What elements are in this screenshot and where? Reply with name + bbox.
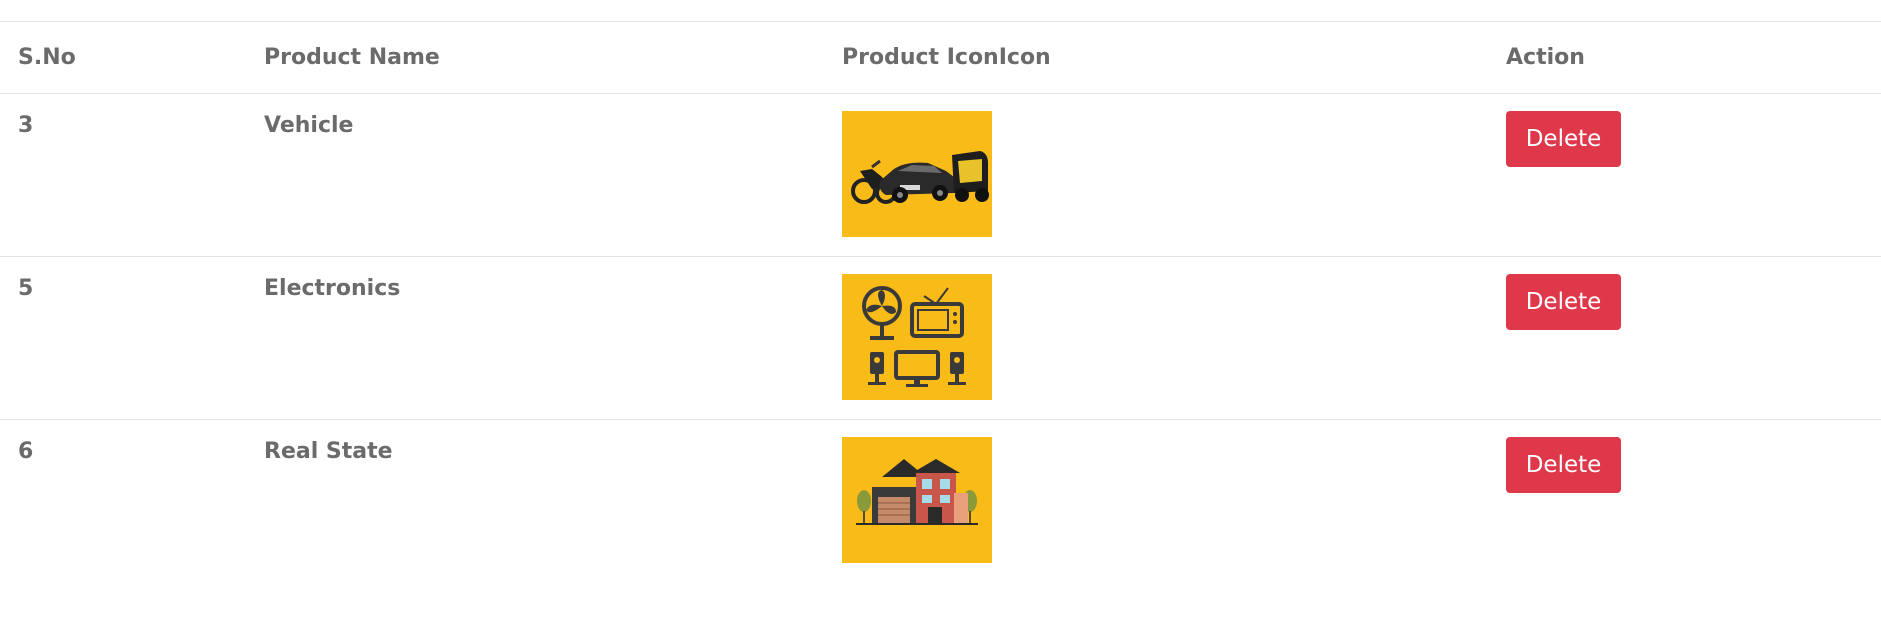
house-icon xyxy=(842,437,992,563)
header-product-name: Product Name xyxy=(264,45,440,70)
row-product-name: Vehicle xyxy=(264,113,354,138)
products-table: S.No Product Name Product IconIcon Actio… xyxy=(0,21,1881,583)
delete-button[interactable]: Delete xyxy=(1506,274,1621,330)
electronics-icon xyxy=(842,274,992,400)
row-product-icon-cell xyxy=(842,111,1506,237)
row-product-name: Electronics xyxy=(264,276,401,301)
table-row: 3 Vehicle Delete xyxy=(0,94,1881,257)
row-sno: 6 xyxy=(18,439,34,464)
table-row: 6 Real State Delete xyxy=(0,420,1881,583)
row-product-icon-cell xyxy=(842,437,1506,563)
table-header-row: S.No Product Name Product IconIcon Actio… xyxy=(0,21,1881,94)
row-product-icon-cell xyxy=(842,274,1506,400)
row-sno: 5 xyxy=(18,276,34,301)
table-row: 5 Electronics Delete xyxy=(0,257,1881,420)
vehicle-icon xyxy=(842,111,992,237)
delete-button[interactable]: Delete xyxy=(1506,437,1621,493)
row-action-cell: Delete xyxy=(1506,437,1881,493)
row-action-cell: Delete xyxy=(1506,111,1881,167)
header-action: Action xyxy=(1506,45,1585,70)
header-product-icon: Product IconIcon xyxy=(842,45,1051,70)
header-sno: S.No xyxy=(18,45,76,70)
delete-button[interactable]: Delete xyxy=(1506,111,1621,167)
row-sno: 3 xyxy=(18,113,34,138)
row-product-name: Real State xyxy=(264,439,393,464)
row-action-cell: Delete xyxy=(1506,274,1881,330)
